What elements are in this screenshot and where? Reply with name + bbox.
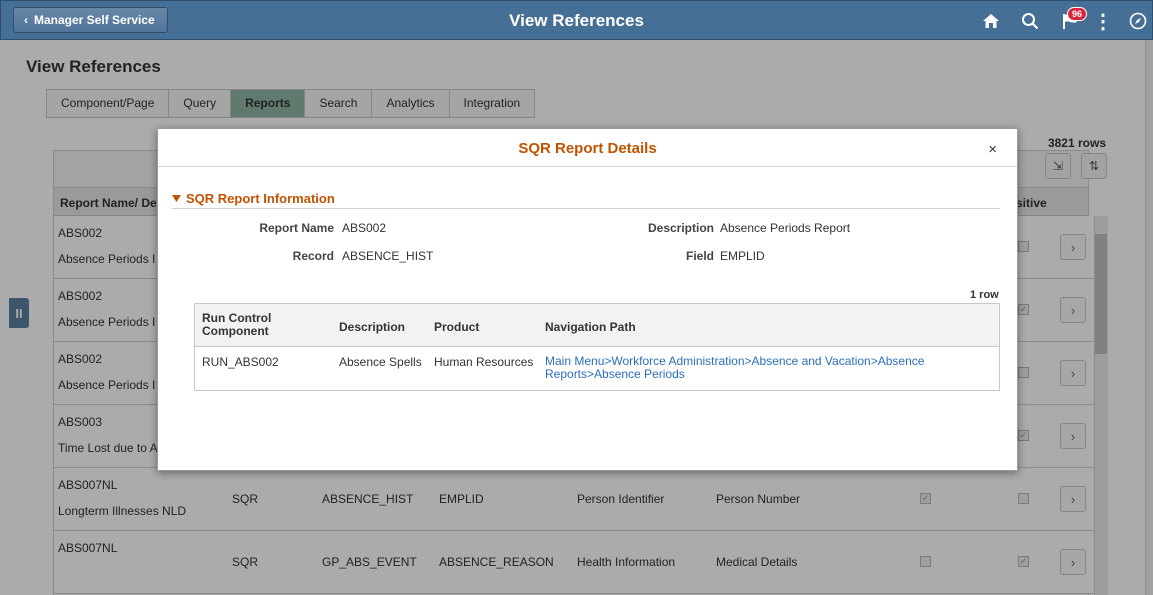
column-header-description: Description [339,320,406,334]
column-header-run-control: Run Control Component [202,311,272,338]
home-icon[interactable] [979,9,1003,33]
product-cell: Human Resources [434,355,534,369]
run-control-cell: RUN_ABS002 [202,355,279,369]
close-icon[interactable]: × [988,141,997,158]
report-name-label: Report Name [259,221,334,235]
modal-header: SQR Report Details × [158,129,1017,167]
notification-badge: 96 [1067,7,1088,21]
field-value: EMPLID [720,249,765,263]
sqr-report-details-modal: SQR Report Details × SQR Report Informat… [157,128,1018,471]
search-icon[interactable] [1018,9,1042,33]
section-title: SQR Report Information [186,191,335,206]
header-bar: ‹ Manager Self Service View References 9… [0,0,1153,40]
record-label: Record [292,249,334,263]
triangle-down-icon [172,194,181,202]
more-options-icon[interactable]: ⋮ [1093,9,1113,33]
run-control-table-header: Run Control Component Description Produc… [195,304,999,347]
description-value: Absence Periods Report [720,221,851,235]
field-label: Field [685,249,714,263]
description-cell: Absence Spells [339,355,422,369]
report-name-value: ABS002 [342,221,387,235]
run-control-table: Run Control Component Description Produc… [194,303,1000,391]
notification-flag-icon[interactable]: 96 [1053,7,1089,33]
section-divider [172,208,1000,209]
record-value: ABSENCE_HIST [342,249,434,263]
modal-title: SQR Report Details [518,140,657,157]
section-collapse-toggle[interactable]: SQR Report Information [172,191,335,206]
column-header-product: Product [434,320,480,334]
description-label: Description [647,221,714,235]
column-header-navigation-path: Navigation Path [545,320,636,334]
navigation-path-link[interactable]: Main Menu>Workforce Administration>Absen… [545,355,965,381]
inner-row-count: 1 row [970,289,999,301]
navbar-compass-icon[interactable] [1127,9,1149,33]
